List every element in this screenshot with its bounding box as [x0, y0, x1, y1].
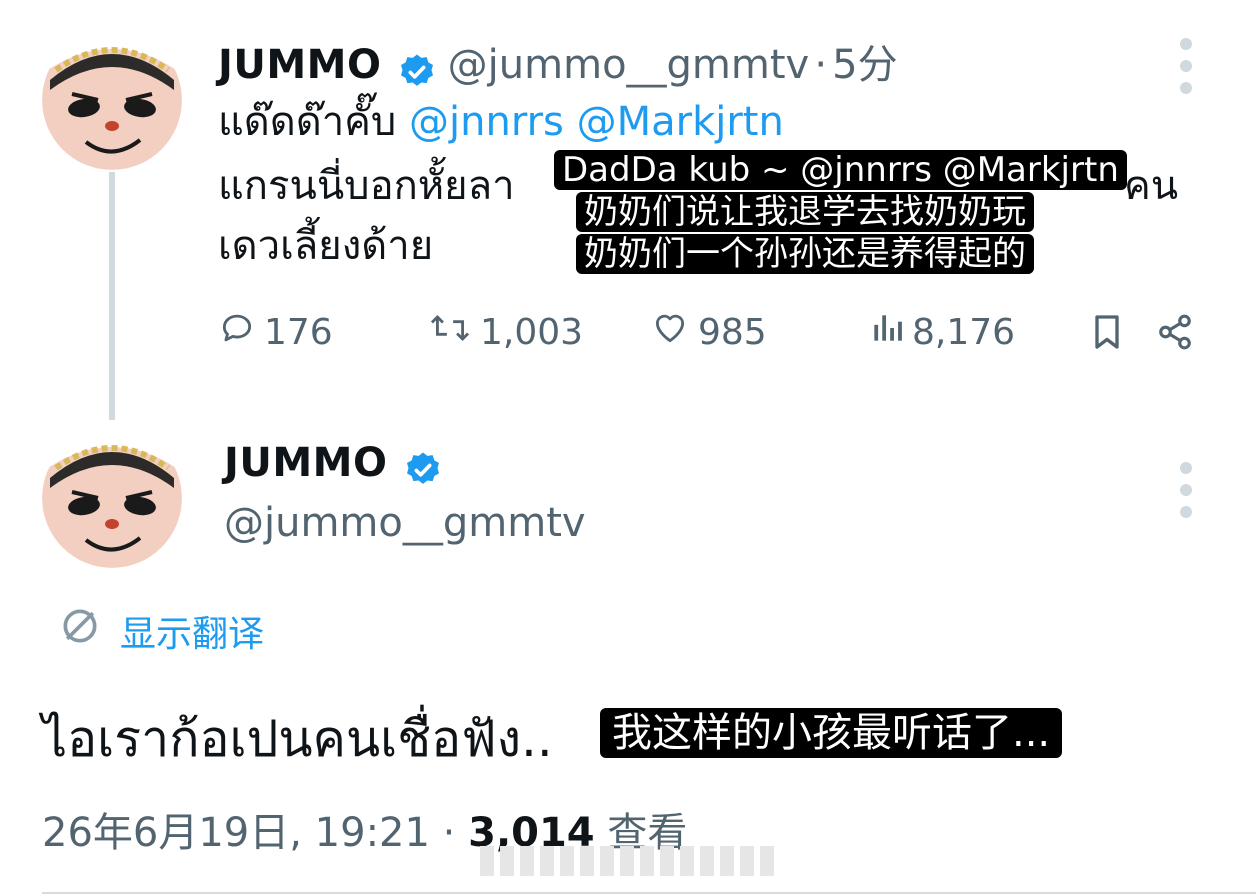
like-button[interactable]: 985 [650, 309, 767, 356]
tweet-text: แด๊ดด๊าคั๊บ [218, 99, 397, 145]
analytics-icon [870, 309, 904, 356]
retweet-icon [428, 309, 472, 356]
watermark [480, 846, 774, 876]
share-icon[interactable] [1156, 312, 1194, 356]
more-options-icon[interactable] [1180, 38, 1194, 104]
translate-icon [58, 604, 102, 657]
subtitle-line: 奶奶们说让我退学去找奶奶玩 [576, 192, 1034, 232]
reply-button[interactable]: 176 [218, 309, 333, 356]
handle[interactable]: @jummo__gmmtv [224, 500, 586, 546]
mention-link[interactable]: @Markjrtn [577, 99, 784, 145]
mention-link[interactable]: @jnnrrs [409, 99, 564, 145]
tweet-date[interactable]: 26年6月19日, 19:21 [42, 810, 430, 856]
subtitle-line: DadDa kub ~ @jnnrrs @Markjrtn [554, 150, 1127, 190]
thread-line [109, 172, 115, 420]
handle[interactable]: @jummo__gmmtv [448, 42, 810, 88]
retweet-count: 1,003 [480, 312, 584, 353]
bookmark-icon[interactable] [1090, 312, 1124, 356]
like-count: 985 [698, 312, 767, 353]
translate-label: 显示翻译 [120, 613, 265, 655]
view-count: 8,176 [912, 312, 1016, 353]
verified-badge-icon [403, 450, 443, 494]
reply-count: 176 [264, 312, 333, 353]
tweet1-line1: แด๊ดด๊าคั๊บ @jnnrrs @Markjrtn [218, 98, 784, 146]
display-name[interactable]: JUMMO [218, 42, 381, 88]
tweet1-header: JUMMO @jummo__gmmtv · 5分 [218, 32, 898, 96]
tweet1-line3: เดวเลี้ยงด้าย [218, 223, 434, 269]
heart-icon [650, 309, 690, 356]
avatar-image [42, 428, 182, 568]
timestamp[interactable]: 5分 [832, 42, 897, 88]
tweet2-name-row: JUMMO [224, 440, 443, 494]
retweet-button[interactable]: 1,003 [428, 309, 583, 356]
divider [42, 892, 1256, 894]
tweet1-line2-end: คน [1124, 163, 1179, 209]
show-translation-link[interactable]: 显示翻译 [58, 604, 264, 657]
avatar-image [42, 30, 182, 170]
display-name[interactable]: JUMMO [224, 440, 387, 486]
verified-badge-icon [397, 52, 437, 96]
subtitle-line: 奶奶们一个孙孙还是养得起的 [576, 234, 1034, 274]
tweet2-text: ไอเราก้อเปนคนเชื่อฟัง.. [42, 710, 553, 768]
separator: · [814, 42, 828, 88]
more-options-icon[interactable] [1180, 462, 1194, 528]
separator: · [442, 810, 456, 856]
views-button[interactable]: 8,176 [870, 309, 1015, 356]
avatar[interactable] [42, 30, 182, 170]
tweet1-line2-start: แกรนนี่บอกหั้ยลา [218, 163, 515, 209]
avatar[interactable] [42, 428, 182, 568]
subtitle-line: 我这样的小孩最听话了... [600, 708, 1063, 758]
reply-icon [218, 309, 256, 356]
